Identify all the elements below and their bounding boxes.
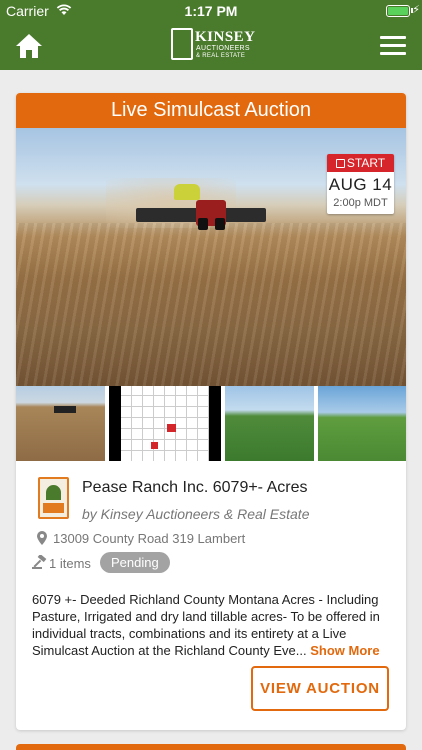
auction-date-badge: START AUG 14 2:00p MDT [327, 154, 394, 214]
battery-icon [386, 5, 410, 17]
thumbnail-tractor-field[interactable] [16, 386, 105, 461]
logo-subtitle-2: & REAL ESTATE [196, 53, 246, 59]
hamburger-menu-icon[interactable] [380, 36, 406, 56]
photo-thumbnail-strip [16, 386, 406, 461]
home-icon[interactable] [14, 32, 44, 60]
status-bar: Carrier 1:17 PM ⚡ [0, 0, 422, 22]
items-count: 1 items [49, 556, 91, 571]
seller-logo [38, 477, 69, 519]
calendar-icon [335, 159, 345, 168]
charging-icon: ⚡ [412, 4, 420, 16]
logo-subtitle: AUCTIONEERS [196, 45, 250, 52]
top-nav-bar: KINSEY AUCTIONEERS & REAL ESTATE [0, 22, 422, 70]
show-more-link[interactable]: Show More [310, 643, 379, 658]
clock: 1:17 PM [184, 3, 238, 19]
location-pin-icon [37, 531, 47, 545]
kinsey-logo[interactable]: KINSEY AUCTIONEERS & REAL ESTATE [171, 26, 255, 66]
thumbnail-tract-map[interactable] [108, 386, 221, 461]
auction-info: Pease Ranch Inc. 6079+- Acres by Kinsey … [16, 461, 406, 730]
next-auction-card[interactable] [16, 744, 406, 750]
seller-byline: by Kinsey Auctioneers & Real Estate [82, 506, 310, 522]
start-label-row: START [327, 154, 394, 172]
thumbnail-green-field[interactable] [317, 386, 406, 461]
view-auction-button[interactable]: VIEW AUCTION [251, 666, 389, 711]
gavel-icon [32, 555, 47, 569]
thumbnail-irrigation-pivot[interactable] [225, 386, 314, 461]
status-badge: Pending [100, 552, 170, 573]
logo-mark [171, 28, 193, 60]
start-label: START [346, 156, 386, 170]
auction-description: 6079 +- Deeded Richland County Montana A… [32, 591, 392, 659]
auction-type-header: Live Simulcast Auction [16, 93, 406, 128]
auction-hero-image[interactable]: START AUG 14 2:00p MDT [16, 128, 406, 386]
auction-card: Live Simulcast Auction START AUG 14 2:00… [16, 93, 406, 730]
logo-name: KINSEY [195, 29, 256, 45]
auction-address: 13009 County Road 319 Lambert [53, 531, 246, 546]
auction-title[interactable]: Pease Ranch Inc. 6079+- Acres [82, 479, 307, 497]
auction-time: 2:00p MDT [333, 197, 388, 209]
auction-date: AUG 14 [328, 175, 393, 194]
